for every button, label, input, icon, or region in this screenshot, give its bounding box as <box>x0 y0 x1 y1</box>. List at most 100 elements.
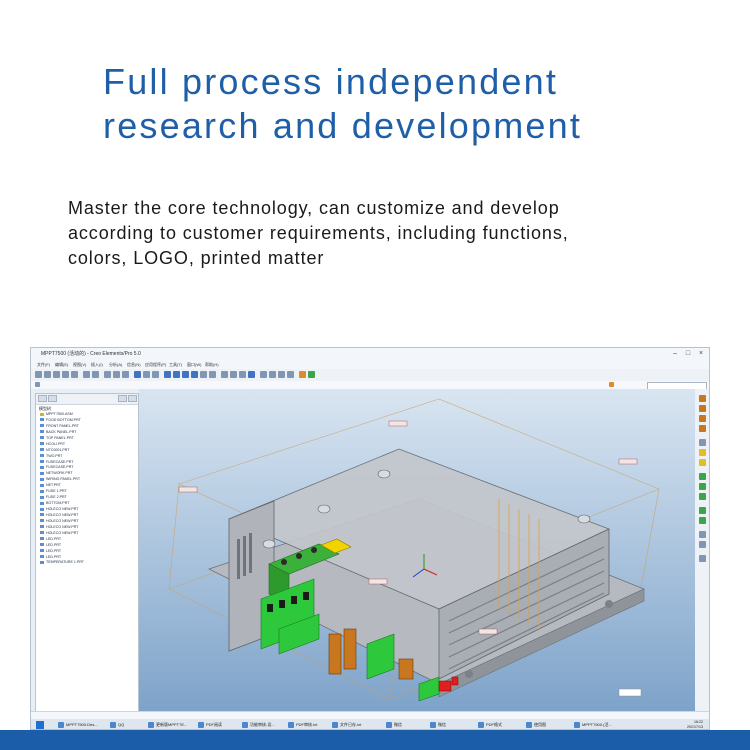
datum-points-icon[interactable] <box>278 371 285 378</box>
menu-help[interactable]: 帮助(H) <box>205 360 219 369</box>
feature-toolbar <box>695 389 709 711</box>
undo-icon[interactable] <box>83 371 90 378</box>
pin <box>267 604 273 612</box>
taskbar-item[interactable]: MPPT7500.(活... <box>573 721 612 729</box>
refit-icon[interactable] <box>191 371 198 378</box>
no-hidden-icon[interactable] <box>239 371 246 378</box>
find-icon[interactable] <box>143 371 150 378</box>
sketch-tool-icon[interactable] <box>699 415 706 422</box>
tab-model-tree[interactable] <box>38 395 47 402</box>
datum-axis-tool-icon[interactable] <box>699 405 706 412</box>
tree-item[interactable]: TEMPERATURE 1.PRT <box>40 560 84 566</box>
tab-folder-browser[interactable] <box>48 395 57 402</box>
menu-info[interactable]: 信息(N) <box>127 360 141 369</box>
chamfer-tool-icon[interactable] <box>699 517 706 524</box>
new-file-icon[interactable] <box>35 371 42 378</box>
tree-columns-icon[interactable] <box>128 395 137 402</box>
filter-icon[interactable] <box>609 382 614 387</box>
arrow-icon[interactable] <box>35 382 40 387</box>
datum-axes-icon[interactable] <box>269 371 276 378</box>
maximize-icon[interactable]: □ <box>682 348 694 360</box>
tree-item[interactable]: HOLECO NEW.PRT <box>40 531 84 537</box>
taskbar-item[interactable]: PDF审核.txt <box>287 721 317 729</box>
tree-item[interactable]: FRONT PANEL.PRT <box>40 424 84 430</box>
mirror-tool-icon[interactable] <box>699 531 706 538</box>
tree-item[interactable]: FOOD BOTTOM.PRT <box>40 418 84 424</box>
wireframe-icon[interactable] <box>221 371 228 378</box>
tree-item[interactable]: HOLECO NEW.PRT <box>40 519 84 525</box>
taskbar-item[interactable]: PDF阅读 <box>197 721 222 729</box>
analysis-icon[interactable] <box>299 371 306 378</box>
redo-icon[interactable] <box>92 371 99 378</box>
save-icon[interactable] <box>53 371 60 378</box>
round-tool-icon[interactable] <box>699 507 706 514</box>
menu-view[interactable]: 视图(V) <box>73 360 86 369</box>
revolve-tool-icon[interactable] <box>699 459 706 466</box>
saved-views-icon[interactable] <box>209 371 216 378</box>
menu-window[interactable]: 窗口(W) <box>187 360 201 369</box>
taskbar-item[interactable]: 使用图 <box>525 721 546 729</box>
help-icon[interactable] <box>308 371 315 378</box>
regenerate-icon[interactable] <box>134 371 141 378</box>
led <box>438 680 452 692</box>
merge-tool-icon[interactable] <box>699 555 706 562</box>
datum-planes-icon[interactable] <box>260 371 267 378</box>
hidden-line-icon[interactable] <box>230 371 237 378</box>
menu-analysis[interactable]: 分析(A) <box>109 360 122 369</box>
terminal-screw <box>281 559 287 565</box>
orient-icon[interactable] <box>200 371 207 378</box>
menu-insert[interactable]: 插入(I) <box>91 360 103 369</box>
taskbar-item[interactable]: 功能审核-设... <box>241 721 275 729</box>
taskbar-item[interactable]: 微信 <box>429 721 446 729</box>
taskbar-item[interactable]: 更新版MPPT7E... <box>147 721 187 729</box>
pattern-tool-icon[interactable] <box>699 541 706 548</box>
tree-settings-icon[interactable] <box>118 395 127 402</box>
standoff <box>577 514 591 524</box>
taskbar-item[interactable]: PDF格式 <box>477 721 502 729</box>
pin <box>303 592 309 600</box>
datum-edge <box>168 483 180 590</box>
datum-tag <box>618 458 638 465</box>
copy-icon[interactable] <box>113 371 120 378</box>
minimize-icon[interactable]: – <box>669 348 681 360</box>
close-icon[interactable]: × <box>695 348 707 360</box>
taskbar-item[interactable]: QQ <box>109 721 124 729</box>
datum-edge <box>638 488 660 600</box>
datum-point-tool-icon[interactable] <box>699 425 706 432</box>
taskbar-item[interactable]: 微信 <box>385 721 402 729</box>
menu-file[interactable]: 文件(F) <box>37 360 50 369</box>
print-icon[interactable] <box>62 371 69 378</box>
repaint-icon[interactable] <box>164 371 171 378</box>
taskbar-item[interactable]: MPPT7500.Des... <box>57 721 98 729</box>
zoom-in-icon[interactable] <box>173 371 180 378</box>
menu-edit[interactable]: 编辑(E) <box>55 360 68 369</box>
paste-icon[interactable] <box>122 371 129 378</box>
view-scale-indicator <box>618 688 642 697</box>
taskbar-clock[interactable]: 16:22 2021/7/13 <box>687 720 703 729</box>
select-icon[interactable] <box>152 371 159 378</box>
terminal-screw <box>296 553 302 559</box>
coordinate-systems-icon[interactable] <box>287 371 294 378</box>
cut-icon[interactable] <box>104 371 111 378</box>
3d-model-viewport[interactable] <box>139 389 695 711</box>
zoom-out-icon[interactable] <box>182 371 189 378</box>
capacitor <box>398 658 414 680</box>
menu-applications[interactable]: 应用程序(P) <box>145 360 166 369</box>
csys-tool-icon[interactable] <box>699 439 706 446</box>
email-icon[interactable] <box>71 371 78 378</box>
shading-icon[interactable] <box>248 371 255 378</box>
shell-tool-icon[interactable] <box>699 483 706 490</box>
tree-item[interactable]: HOLECO NEW.PRT <box>40 525 84 531</box>
extrude-tool-icon[interactable] <box>699 449 706 456</box>
description-line-1: Master the core technology, can customiz… <box>68 198 560 218</box>
headline: Full process independent research and de… <box>103 60 723 148</box>
tree-item[interactable]: HOLECO NEW.PRT <box>40 513 84 519</box>
windows-start-icon[interactable] <box>36 721 44 729</box>
datum-plane-tool-icon[interactable] <box>699 395 706 402</box>
menu-tools[interactable]: 工具(T) <box>169 360 182 369</box>
rib-tool-icon[interactable] <box>699 493 706 500</box>
open-file-icon[interactable] <box>44 371 51 378</box>
hole-tool-icon[interactable] <box>699 473 706 480</box>
vent-slot <box>237 539 240 579</box>
taskbar-item[interactable]: 文件已存.txt <box>331 721 361 729</box>
